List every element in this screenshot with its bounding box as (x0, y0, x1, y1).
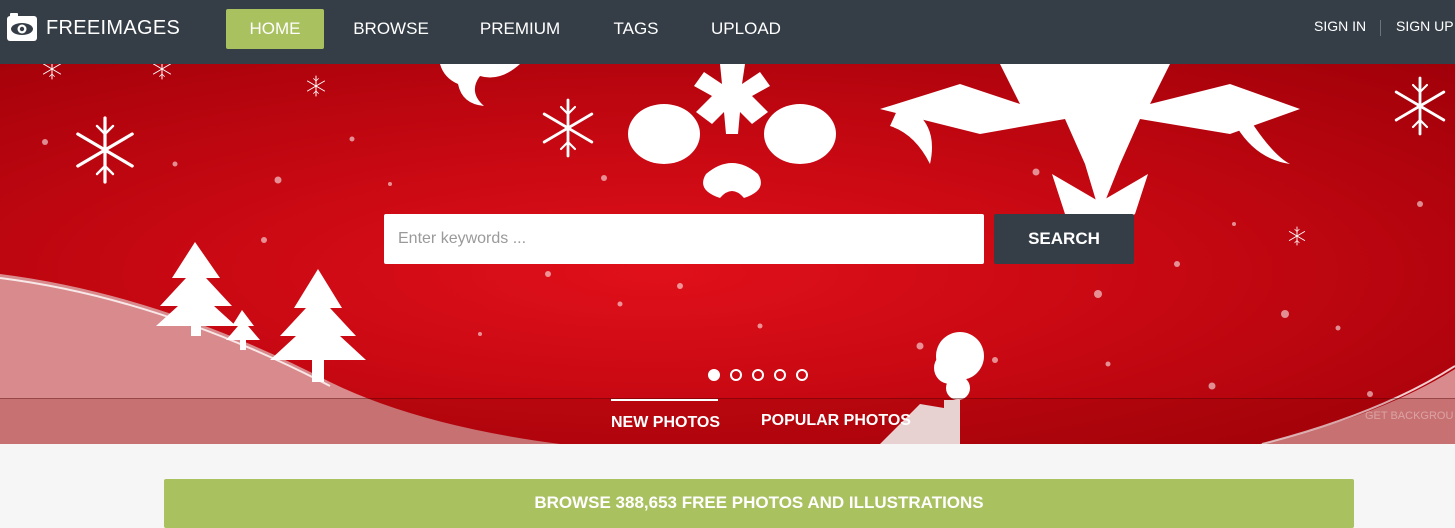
carousel-dots (708, 369, 808, 381)
carousel-dot-3[interactable] (752, 369, 764, 381)
nav-divider (1380, 20, 1381, 36)
hero-banner: SEARCH NEW PHOTOS POPULAR PHOTOS GET BAC… (0, 64, 1455, 444)
photo-tabs-bar: NEW PHOTOS POPULAR PHOTOS (0, 398, 1455, 444)
top-navbar: FREEIMAGES HOME BROWSE PREMIUM TAGS UPLO… (0, 0, 1455, 64)
background-credit-link[interactable]: GET BACKGROU (1365, 410, 1453, 422)
sign-up-link[interactable]: SIGN UP (1396, 18, 1454, 34)
search-input[interactable] (384, 214, 984, 264)
nav-item-tags[interactable]: TAGS (604, 9, 668, 49)
nav-item-home[interactable]: HOME (226, 9, 324, 49)
nav-item-premium[interactable]: PREMIUM (470, 9, 570, 49)
brand-name: FREEIMAGES (46, 16, 181, 39)
site-logo[interactable]: FREEIMAGES (6, 12, 180, 44)
carousel-dot-2[interactable] (730, 369, 742, 381)
tab-popular-photos[interactable]: POPULAR PHOTOS (761, 399, 911, 444)
carousel-dot-5[interactable] (796, 369, 808, 381)
camera-eye-icon (7, 13, 37, 41)
search-button[interactable]: SEARCH (994, 214, 1134, 264)
nav-item-browse[interactable]: BROWSE (345, 9, 437, 49)
browse-all-button[interactable]: BROWSE 388,653 FREE PHOTOS AND ILLUSTRAT… (164, 479, 1354, 528)
tab-new-photos[interactable]: NEW PHOTOS (611, 399, 720, 444)
carousel-dot-1[interactable] (708, 369, 720, 381)
sign-in-link[interactable]: SIGN IN (1314, 18, 1366, 34)
carousel-dot-4[interactable] (774, 369, 786, 381)
nav-item-upload[interactable]: UPLOAD (702, 9, 790, 49)
